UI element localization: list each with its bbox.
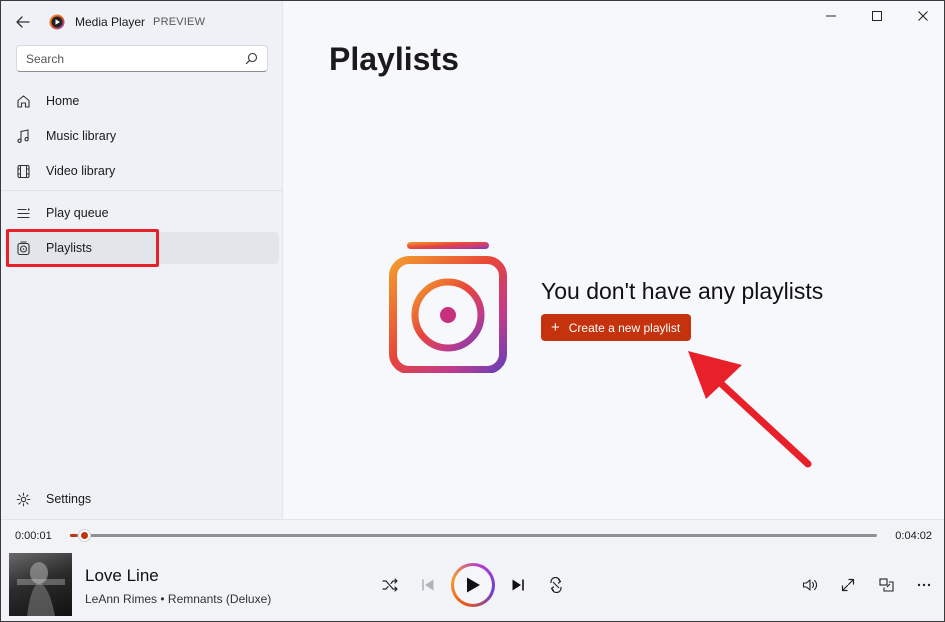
sidebar-item-label: Home — [46, 94, 80, 108]
volume-button[interactable] — [801, 576, 819, 594]
back-button[interactable] — [12, 11, 34, 33]
minimize-button[interactable] — [808, 1, 854, 31]
volume-icon — [802, 579, 817, 591]
create-button-label: Create a new playlist — [568, 320, 681, 335]
search-icon[interactable] — [245, 52, 258, 65]
previous-button[interactable] — [419, 576, 437, 594]
maximize-button[interactable] — [854, 1, 900, 31]
window-controls — [808, 1, 944, 31]
close-button[interactable] — [900, 1, 944, 31]
annotation-arrow-icon — [688, 351, 812, 468]
next-icon — [512, 579, 524, 591]
queue-icon — [15, 205, 31, 221]
film-icon — [15, 163, 31, 179]
sidebar-item-home[interactable]: Home — [5, 85, 279, 117]
previous-icon — [422, 579, 434, 591]
full-screen-button[interactable] — [839, 576, 857, 594]
main-content: Playlists You don't have any playlists +… — [284, 1, 944, 519]
sidebar-item-play-queue[interactable]: Play queue — [5, 197, 279, 229]
search-input[interactable] — [26, 51, 236, 66]
shuffle-icon — [382, 578, 398, 592]
maximize-icon — [872, 11, 882, 21]
player-bar: 0:00:01 0:04:02 Love Line LeAnn Rimes • … — [1, 519, 944, 621]
mini-player-icon — [878, 578, 894, 592]
gear-icon — [15, 491, 31, 507]
sidebar-item-label: Music library — [46, 129, 117, 143]
page-title: Playlists — [329, 41, 459, 77]
close-icon — [918, 11, 928, 21]
current-time: 0:00:01 — [15, 530, 52, 542]
next-button[interactable] — [509, 576, 527, 594]
song-title[interactable]: Love Line — [85, 566, 159, 586]
empty-state-heading: You don't have any playlists — [541, 278, 824, 304]
album-art[interactable] — [9, 553, 72, 616]
sidebar-item-label: Play queue — [46, 206, 109, 220]
music-note-icon — [15, 128, 31, 144]
search-box[interactable] — [16, 45, 268, 72]
more-icon — [917, 583, 931, 587]
settings-label: Settings — [46, 492, 92, 506]
song-artist-album[interactable]: LeAnn Rimes • Remnants (Deluxe) — [85, 592, 271, 606]
repeat-button[interactable] — [547, 576, 565, 594]
sidebar: Media Player PREVIEW Home Music library — [1, 1, 283, 519]
sidebar-divider — [1, 190, 283, 191]
sidebar-item-video-library[interactable]: Video library — [5, 155, 279, 187]
minimize-icon — [826, 15, 836, 17]
more-options-button[interactable] — [915, 576, 933, 594]
preview-badge: PREVIEW — [153, 16, 206, 28]
play-button[interactable] — [451, 563, 495, 607]
sidebar-item-playlists[interactable]: Playlists — [5, 232, 279, 264]
album-cover-art — [17, 562, 65, 616]
play-icon — [467, 577, 480, 593]
sidebar-item-settings[interactable]: Settings — [5, 483, 279, 515]
seek-slider[interactable] — [70, 529, 877, 542]
shuffle-button[interactable] — [381, 576, 399, 594]
app-title: Media Player — [75, 15, 146, 29]
plus-icon: + — [551, 319, 560, 336]
media-player-window: Media Player PREVIEW Home Music library — [0, 0, 945, 622]
home-icon — [15, 93, 31, 109]
sidebar-item-music-library[interactable]: Music library — [5, 120, 279, 152]
repeat-icon — [550, 577, 562, 593]
expand-icon — [841, 578, 855, 592]
seek-progress — [70, 534, 77, 537]
create-new-playlist-button[interactable]: + Create a new playlist — [541, 314, 691, 341]
seek-thumb[interactable] — [78, 529, 91, 542]
empty-playlist-illustration-icon — [389, 242, 507, 373]
titlebar-left: Media Player PREVIEW — [1, 1, 283, 43]
media-player-logo-icon — [49, 14, 65, 30]
playlist-icon — [15, 240, 31, 256]
back-arrow-icon — [16, 16, 30, 28]
sidebar-item-label: Playlists — [46, 241, 92, 255]
sidebar-item-label: Video library — [46, 164, 116, 178]
total-time: 0:04:02 — [895, 530, 932, 542]
mini-player-button[interactable] — [877, 576, 895, 594]
